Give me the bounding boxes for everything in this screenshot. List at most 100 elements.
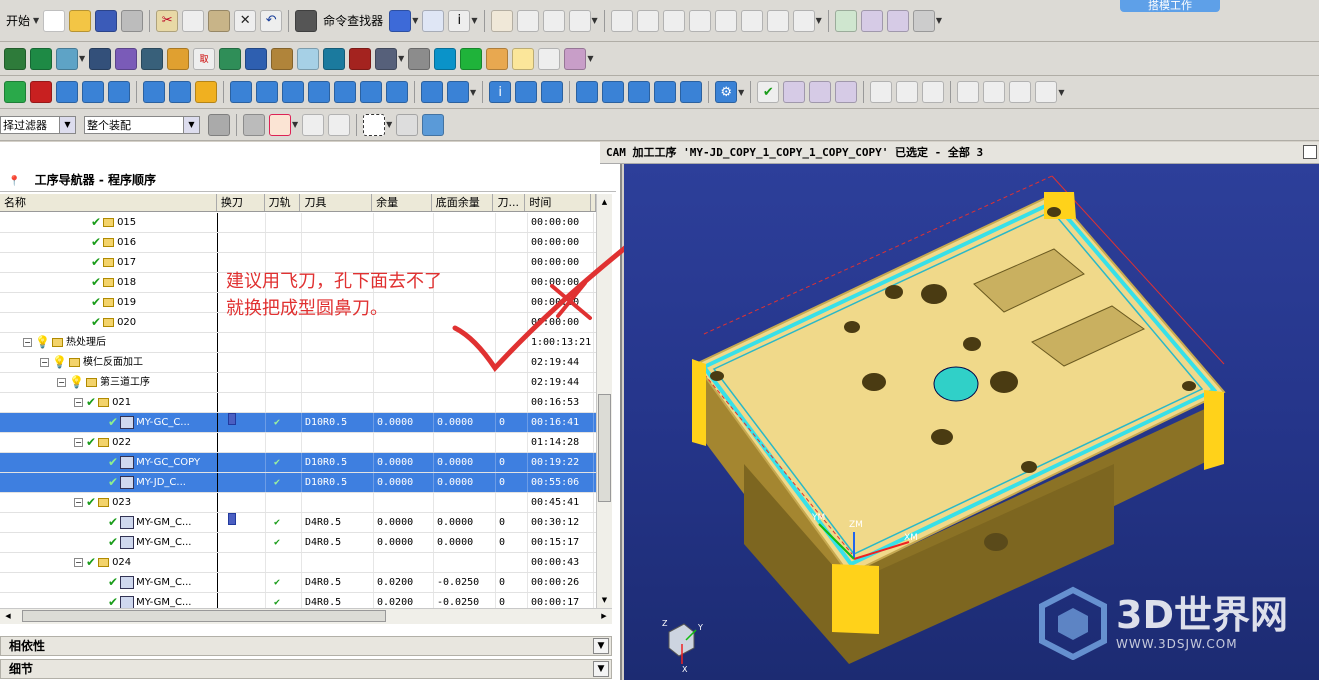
paste-icon[interactable] — [208, 9, 231, 32]
box-blue-icon[interactable] — [245, 47, 268, 70]
duplicate-icon[interactable] — [541, 81, 564, 103]
download-icon[interactable] — [4, 81, 26, 103]
measure-icon[interactable] — [602, 81, 625, 103]
outline-icon[interactable] — [688, 9, 711, 32]
abs-icon[interactable] — [256, 81, 278, 103]
collapse-icon[interactable]: − — [74, 398, 83, 407]
collapse-icon[interactable]: − — [40, 358, 49, 367]
table-row[interactable]: ✔ MY-GC_C... ✔ D10R0.5 0.0000 0.0000 0 00:16:41 — [0, 413, 596, 433]
row-name-cell[interactable]: − ✔ 021 — [0, 393, 218, 412]
polyline-icon[interactable] — [662, 9, 685, 32]
pen-icon[interactable] — [422, 9, 445, 32]
name-icon[interactable] — [386, 81, 408, 103]
layout-icon[interactable] — [89, 47, 112, 70]
sketch-icon[interactable] — [490, 9, 513, 32]
row-name-cell[interactable]: − ✔ 023 — [0, 493, 218, 512]
undo-icon[interactable]: ↶ — [260, 9, 283, 32]
delete-icon[interactable]: ✕ — [234, 9, 257, 32]
row-name-cell[interactable]: − 💡 模仁反面加工 — [0, 353, 218, 372]
cube-green-icon[interactable] — [460, 47, 483, 70]
check-green-icon[interactable]: ✔ — [757, 81, 780, 103]
box-green-icon[interactable] — [219, 47, 242, 70]
filter-select[interactable]: 择过滤器 ▼ — [0, 115, 76, 134]
dots-icon[interactable] — [538, 47, 561, 70]
target-icon[interactable] — [512, 47, 535, 70]
spline-icon[interactable] — [568, 9, 591, 32]
collapse-icon[interactable]: − — [74, 438, 83, 447]
print-doc-icon[interactable] — [1035, 81, 1058, 103]
col-stock[interactable]: 余量 — [372, 194, 432, 211]
row-name-cell[interactable]: ✔ MY-GM_C... — [0, 573, 218, 592]
color-grid-icon[interactable] — [56, 81, 78, 103]
core-cavity-icon[interactable] — [30, 47, 52, 70]
extend-icon[interactable] — [740, 9, 763, 32]
point-set-icon[interactable] — [328, 113, 351, 136]
table-row[interactable]: ✔ MY-GM_C... ✔ D4R0.5 0.0200 -0.0250 0 00:00:26 — [0, 573, 596, 593]
row-name-cell[interactable]: ✔ 015 — [0, 213, 218, 232]
table-row[interactable]: − ✔ 022 01:14:28 — [0, 433, 596, 453]
col-path[interactable]: 刀轨 — [265, 194, 301, 211]
properties-icon[interactable] — [957, 81, 980, 103]
row-name-cell[interactable]: ✔ MY-GM_C... — [0, 533, 218, 552]
print-icon[interactable] — [121, 9, 144, 32]
folder-blue-icon[interactable] — [447, 81, 469, 103]
collapse-icon[interactable]: − — [74, 558, 83, 567]
save-icon[interactable] — [95, 9, 118, 32]
box-select-icon[interactable] — [363, 113, 386, 136]
arc-icon[interactable] — [542, 9, 565, 32]
scroll-right-arrow[interactable]: ▶ — [596, 609, 612, 624]
table-row[interactable]: − ✔ 023 00:45:41 — [0, 493, 596, 513]
list-icon[interactable] — [886, 9, 909, 32]
table-row[interactable]: ✔ MY-GC_COPY ✔ D10R0.5 0.0000 0.0000 0 00:19:22 — [0, 453, 596, 473]
row-name-cell[interactable]: ✔ MY-JD_C... — [0, 473, 218, 492]
collapse-icon[interactable]: − — [74, 498, 83, 507]
info-blue-icon[interactable]: i — [489, 81, 512, 103]
plate-icon[interactable] — [143, 81, 165, 103]
row-name-cell[interactable]: ✔ MY-GC_C... — [0, 413, 218, 432]
flag-blue-icon[interactable] — [870, 81, 893, 103]
cooling-icon[interactable] — [230, 81, 252, 103]
col-name[interactable]: 名称 — [0, 194, 217, 211]
table-row[interactable]: ✔ MY-GM_C... ✔ D4R0.5 0.0200 -0.0250 0 00:00:17 — [0, 593, 596, 608]
scroll-up-arrow[interactable]: ▲ — [597, 194, 612, 210]
command-finder-button[interactable]: 命令查找器 — [323, 12, 383, 29]
row-name-cell[interactable]: ✔ MY-GM_C... — [0, 593, 218, 608]
stack-icon[interactable] — [515, 81, 538, 103]
slot-icon[interactable] — [169, 81, 191, 103]
row-name-cell[interactable]: ✔ 016 — [0, 233, 218, 252]
dependencies-panel[interactable]: 相依性 ▼ — [0, 636, 612, 656]
row-name-cell[interactable]: − 💡 热处理后 — [0, 333, 218, 352]
selection-tool-icon[interactable] — [208, 113, 230, 136]
export-icon[interactable] — [912, 9, 935, 32]
binoculars-icon[interactable] — [295, 9, 318, 32]
open-folder-icon[interactable] — [69, 9, 92, 32]
gear-icon[interactable]: ⚙ — [715, 81, 738, 103]
table-row[interactable]: − ✔ 021 00:16:53 — [0, 393, 596, 413]
copy-icon[interactable] — [182, 9, 205, 32]
columns-icon[interactable] — [654, 81, 677, 103]
pin-icon[interactable]: 📍 — [8, 176, 20, 187]
table-row[interactable]: ✔ MY-GM_C... ✔ D4R0.5 0.0000 0.0000 0 00:30:12 — [0, 513, 596, 533]
line-icon[interactable] — [610, 9, 633, 32]
diamond-icon[interactable] — [297, 47, 320, 70]
info-icon[interactable]: i — [448, 9, 471, 32]
doc-icon[interactable] — [922, 81, 945, 103]
col-tool-number[interactable]: 刀... — [493, 194, 526, 211]
cube-icon[interactable] — [389, 9, 412, 32]
tools-icon[interactable] — [408, 47, 431, 70]
offset-icon[interactable] — [766, 9, 789, 32]
cube-cyan-icon[interactable] — [434, 47, 457, 70]
top-right-button[interactable]: 搭模工作 — [1120, 0, 1220, 12]
row-name-cell[interactable]: ✔ MY-GC_COPY — [0, 453, 218, 472]
blue-box-icon[interactable] — [422, 113, 445, 136]
snap-icon[interactable] — [243, 113, 265, 136]
collapse-icon[interactable]: − — [23, 338, 32, 347]
project-icon[interactable] — [792, 9, 815, 32]
cut-icon[interactable]: ✂ — [156, 9, 179, 32]
col-floor-stock[interactable]: 底面余量 — [432, 194, 494, 211]
details-panel[interactable]: 细节 ▼ — [0, 659, 612, 679]
grid-icon[interactable] — [334, 81, 356, 103]
mold-wizard-icon[interactable] — [4, 47, 26, 70]
table-row[interactable]: ✔ MY-GM_C... ✔ D4R0.5 0.0000 0.0000 0 00:15:17 — [0, 533, 596, 553]
row-name-cell[interactable]: ✔ 018 — [0, 273, 218, 292]
